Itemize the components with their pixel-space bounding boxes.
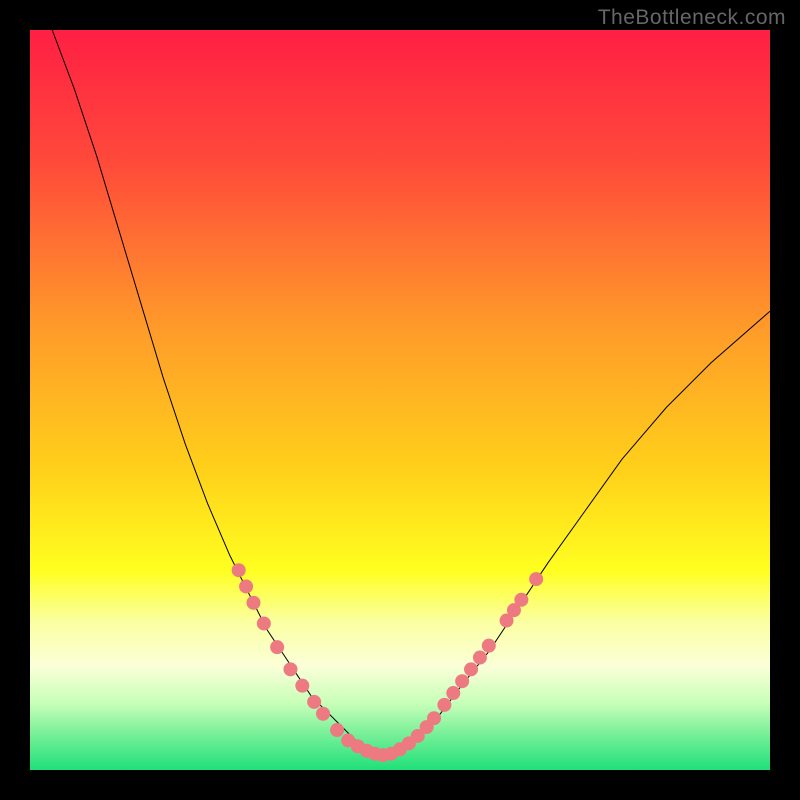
highlight-dot — [307, 695, 321, 709]
highlight-dot — [446, 686, 460, 700]
bottleneck-curve — [52, 30, 770, 755]
highlight-dot — [246, 596, 260, 610]
highlight-dot — [427, 711, 441, 725]
highlight-dot — [257, 616, 271, 630]
highlight-dot — [464, 662, 478, 676]
highlight-dot — [283, 662, 297, 676]
highlight-dots — [232, 563, 543, 762]
highlight-dot — [482, 639, 496, 653]
highlight-dot — [455, 674, 469, 688]
highlight-dot — [529, 572, 543, 586]
highlight-dot — [295, 679, 309, 693]
watermark-text: TheBottleneck.com — [598, 6, 786, 30]
highlight-dot — [473, 651, 487, 665]
highlight-dot — [330, 723, 344, 737]
highlight-dot — [232, 563, 246, 577]
highlight-dot — [270, 640, 284, 654]
highlight-dot — [437, 698, 451, 712]
highlight-dot — [239, 579, 253, 593]
chart-overlay — [30, 30, 770, 770]
highlight-dot — [514, 593, 528, 607]
highlight-dot — [316, 707, 330, 721]
chart-area — [30, 30, 770, 770]
